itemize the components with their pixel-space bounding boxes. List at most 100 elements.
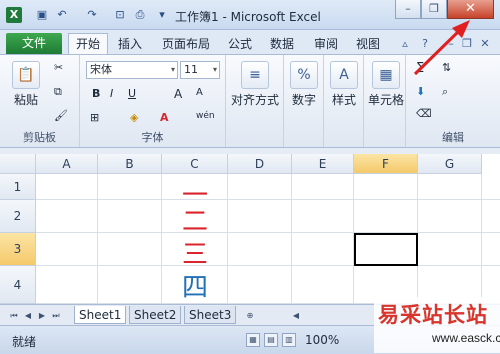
help-icon[interactable]: ?	[418, 37, 432, 51]
tab-view[interactable]: 视图	[352, 34, 384, 54]
gridline-vertical	[291, 174, 292, 304]
status-ready: 就绪	[12, 335, 37, 349]
column-header-f[interactable]: F	[354, 154, 418, 174]
clipboard-label: 剪贴板	[23, 131, 56, 144]
font-label: 字体	[141, 131, 164, 144]
clipboard-group: 📋 粘贴 ✂ ⧉ 🖌 剪贴板	[0, 55, 80, 147]
collapse-ribbon-icon[interactable]: ▵	[398, 37, 412, 51]
format-painter-icon[interactable]: 🖌	[54, 109, 68, 122]
fill-color-icon[interactable]: ◈	[130, 111, 138, 124]
gridline-vertical	[227, 174, 228, 304]
column-header-b[interactable]: B	[98, 154, 162, 174]
watermark-logo: 易采站长站 www.easck.com	[374, 297, 500, 353]
page-layout-view-icon[interactable]: ▤	[264, 333, 278, 347]
autosum-icon[interactable]: Σ	[416, 61, 424, 76]
select-all-corner[interactable]	[0, 154, 36, 174]
copy-icon[interactable]: ⧉	[54, 85, 62, 99]
column-header-g[interactable]: G	[418, 154, 482, 174]
save-icon[interactable]: ▣	[34, 7, 50, 23]
undo-icon[interactable]: ↶	[54, 7, 70, 23]
grow-font-button[interactable]: A	[174, 87, 182, 101]
customize-icon[interactable]: ▾	[154, 7, 170, 23]
gridline-vertical	[161, 174, 162, 304]
minimize-icon[interactable]: –	[395, 0, 421, 19]
number-button[interactable]: % 数字	[286, 61, 322, 108]
font-color-button[interactable]: A	[160, 111, 169, 124]
print-preview-icon[interactable]: ⊡	[112, 7, 128, 23]
column-header-a[interactable]: A	[36, 154, 98, 174]
redo-icon[interactable]: ↷	[84, 7, 100, 23]
sheet-tab-2[interactable]: Sheet2	[129, 306, 182, 324]
find-select-icon[interactable]: ⌕	[442, 85, 448, 99]
tab-page-layout[interactable]: 页面布局	[154, 34, 218, 54]
cut-icon[interactable]: ✂	[54, 61, 63, 74]
font-size-select[interactable]: 11 ▾	[180, 61, 220, 79]
cell-c3[interactable]: 三	[164, 234, 226, 271]
editing-label: 编辑	[442, 131, 464, 144]
print-icon[interactable]: ⎙	[132, 7, 148, 23]
styles-button[interactable]: A 样式	[326, 61, 362, 108]
tab-review[interactable]: 审阅	[310, 34, 342, 54]
column-header-d[interactable]: D	[228, 154, 292, 174]
clear-icon[interactable]: ⌫	[416, 107, 432, 120]
restore-icon[interactable]: ❐	[421, 0, 447, 19]
tab-home[interactable]: 开始	[68, 33, 108, 55]
gridline-horizontal	[36, 232, 500, 233]
cells-icon: ▦	[372, 61, 400, 89]
chevron-down-icon: ▾	[170, 65, 175, 74]
tab-data[interactable]: 数据	[264, 34, 300, 54]
last-sheet-icon[interactable]: ⏭	[50, 309, 62, 322]
minimize-workbook-icon[interactable]: –	[444, 37, 458, 51]
active-cell-F3[interactable]	[354, 233, 418, 266]
first-sheet-icon[interactable]: ⏮	[8, 309, 20, 322]
gridline-vertical	[97, 174, 98, 304]
row-header-1[interactable]: 1	[0, 174, 36, 200]
gridline-vertical	[481, 174, 482, 304]
tab-file[interactable]: 文件	[6, 33, 62, 54]
paste-button[interactable]: 📋 粘贴	[8, 61, 44, 108]
close-workbook-icon[interactable]: ✕	[478, 37, 492, 51]
paste-icon: 📋	[12, 61, 40, 89]
underline-button[interactable]: U	[128, 87, 136, 100]
shrink-font-button[interactable]: A	[196, 87, 203, 98]
next-sheet-icon[interactable]: ▶	[36, 309, 48, 322]
sheet-tab-3[interactable]: Sheet3	[184, 306, 237, 324]
ribbon-tabs: 文件 开始 插入 页面布局 公式 数据 审阅 视图 ▵ ? – ❐ ✕	[0, 30, 500, 55]
editing-group: Σ ⇅ ⬇ ⌕ ⌫ 编辑	[406, 55, 500, 147]
restore-workbook-icon[interactable]: ❐	[460, 37, 474, 51]
window-title: 工作簿1 - Microsoft Excel	[175, 10, 321, 24]
column-header-c[interactable]: C	[162, 154, 228, 174]
gridline-horizontal	[36, 265, 500, 266]
hscroll-left-icon[interactable]: ◀	[290, 309, 302, 322]
styles-icon: A	[330, 61, 358, 89]
column-header-e[interactable]: E	[292, 154, 354, 174]
excel-logo-icon[interactable]: X	[6, 7, 22, 23]
borders-icon[interactable]: ⊞	[90, 111, 99, 124]
fill-icon[interactable]: ⬇	[416, 85, 425, 98]
normal-view-icon[interactable]: ▦	[246, 333, 260, 347]
font-name-select[interactable]: 宋体 ▾	[86, 61, 178, 79]
gridline-horizontal	[36, 199, 500, 200]
close-icon[interactable]: ✕	[447, 0, 494, 19]
chevron-down-icon: ▾	[212, 65, 217, 74]
cell-c2[interactable]: 二	[164, 201, 226, 238]
zoom-level[interactable]: 100%	[305, 333, 339, 347]
cells-button[interactable]: ▦ 单元格	[366, 61, 406, 108]
tab-insert[interactable]: 插入	[112, 34, 148, 54]
row-header-3[interactable]: 3	[0, 233, 36, 266]
bold-button[interactable]: B	[92, 87, 100, 100]
tab-formulas[interactable]: 公式	[224, 34, 256, 54]
cell-c4[interactable]: 四	[164, 267, 226, 304]
row-header-4[interactable]: 4	[0, 266, 36, 304]
insert-sheet-icon[interactable]: ⊕	[242, 309, 258, 322]
cells-group: ▦ 单元格	[364, 55, 406, 147]
alignment-button[interactable]: ≡ 对齐方式	[228, 61, 282, 108]
page-break-view-icon[interactable]: ▥	[282, 333, 296, 347]
alignment-group: ≡ 对齐方式	[226, 55, 284, 147]
row-header-2[interactable]: 2	[0, 200, 36, 233]
sheet-tab-1[interactable]: Sheet1	[74, 306, 127, 324]
sort-filter-icon[interactable]: ⇅	[442, 61, 451, 74]
italic-button[interactable]: I	[110, 87, 113, 100]
prev-sheet-icon[interactable]: ◀	[22, 309, 34, 322]
phonetic-button[interactable]: wén	[196, 111, 215, 121]
